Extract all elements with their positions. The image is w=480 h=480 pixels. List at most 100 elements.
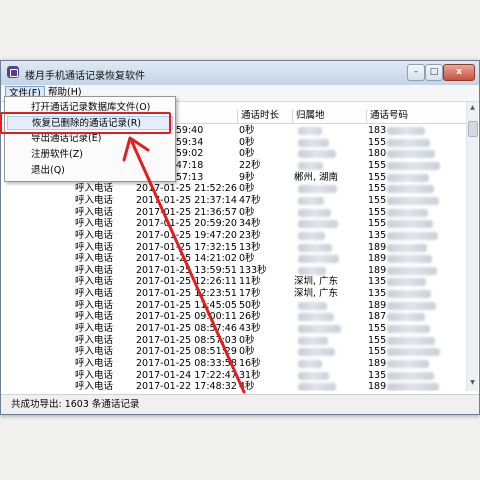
highlight-box [0,112,171,134]
table-row[interactable]: 呼入电话 2017-01-25 13:59:51 133秒 189 [3,265,467,277]
cell-duration: 26秒 [239,311,261,323]
table-row[interactable]: 呼入电话 2017-01-25 12:23:51 17秒 深圳, 广东 135 [3,288,467,300]
cell-time: 2017-01-25 09:00:11 [136,311,237,323]
redacted-number [387,208,428,217]
cell-number: 135 [368,276,387,288]
cell-duration: 34秒 [239,218,261,230]
table-row[interactable]: 呼入电话 2017-01-24 17:22:47 31秒 135 [3,370,467,382]
cell-time: 2017-01-25 19:47:20 [136,229,237,241]
redacted-location [298,220,338,229]
col-header-duration[interactable]: 通话时长 [237,109,293,123]
col-header-number[interactable]: 通话号码 [366,109,465,123]
cell-type: 呼入电话 [75,334,114,346]
cell-number: 189 [368,253,387,265]
redacted-number [387,325,430,334]
redacted-number [387,371,434,380]
table-row[interactable]: 呼入电话 2017-01-25 14:21:02 0秒 189 [3,253,467,265]
cell-duration: 22秒 [239,159,261,171]
cell-type: 呼入电话 [75,194,114,206]
table-row[interactable]: 呼入电话 2017-01-25 09:00:11 26秒 187 [3,311,467,323]
cell-time: 2017-01-25 21:36:57 [136,206,237,218]
col-header-location[interactable]: 归属地 [292,109,367,123]
cell-duration: 16秒 [239,358,261,369]
redacted-number [387,138,430,147]
title-bar[interactable]: 楼月手机通话记录恢复软件 – □ x [1,61,479,86]
vertical-scrollbar[interactable]: ▲ ▼ [466,102,478,391]
table-row[interactable]: 呼入电话 2017-01-25 12:26:11 11秒 深圳, 广东 135 [3,276,467,288]
cell-number: 180 [368,148,387,160]
cell-duration: 50秒 [239,299,261,311]
cell-type: 呼入电话 [75,253,114,265]
redacted-location [298,348,335,357]
redacted-number [387,161,440,170]
cell-number: 155 [368,323,387,335]
cell-duration: 17秒 [239,288,261,300]
cell-location: 郴州, 湖南 [294,171,339,183]
table-row[interactable]: 呼入电话 2017-01-25 20:59:20 34秒 155 [3,218,467,230]
table-row[interactable]: 呼入电话 2017-01-25 17:32:15 13秒 189 [3,242,467,254]
cell-time: 2017-01-25 08:57:46 [136,323,237,335]
cell-number: 189 [368,241,387,253]
cell-type: 呼入电话 [75,183,114,195]
cell-number: 189 [368,299,387,311]
cell-number: 135 [368,369,387,381]
minimize-button[interactable]: – [407,64,425,81]
redacted-number [387,290,431,299]
cell-duration: 0秒 [239,253,255,265]
redacted-location [298,325,341,334]
table-row[interactable]: 呼入电话 2017-01-25 21:36:57 0秒 155 [3,207,467,219]
cell-number: 155 [368,183,387,195]
redacted-location [298,138,329,147]
cell-type: 呼入电话 [75,229,114,241]
scroll-up-arrow-icon[interactable]: ▲ [468,104,477,114]
cell-number: 189 [368,358,387,369]
redacted-location [298,196,324,205]
cell-number: 155 [368,334,387,346]
redacted-number [387,220,433,229]
cell-type: 呼入电话 [75,369,114,381]
redacted-location [298,127,322,135]
file-menu-dropdown: 打开通话记录数据库文件(O) 恢复已删除的通话记录(R) 导出通话记录(E) 注… [4,96,176,182]
close-button[interactable]: x [443,64,475,81]
cell-location: 深圳, 广东 [294,276,339,288]
menu-item-export[interactable]: 导出通话记录(E) [31,132,101,146]
table-row[interactable]: 呼入电话 2017-01-25 08:33:58 16秒 189 [3,358,467,370]
redacted-number [387,348,440,357]
redacted-location [298,336,328,345]
cell-duration: 11秒 [239,276,261,288]
table-row[interactable]: 呼入电话 2017-01-25 08:57:46 43秒 155 [3,323,467,335]
cell-duration: 133秒 [239,264,267,276]
cell-duration: 0秒 [239,346,255,358]
table-row[interactable]: 呼入电话 2017-01-25 11:45:05 50秒 189 [3,300,467,312]
cell-location: 深圳, 广东 [294,288,339,300]
redacted-location [298,383,336,391]
redacted-location [298,161,323,170]
table-row[interactable]: 呼入电话 2017-01-25 19:47:20 23秒 135 [3,230,467,242]
cell-time: 2017-01-25 13:59:51 [136,264,237,276]
menu-item-register[interactable]: 注册软件(Z) [31,148,83,162]
cell-time: 2017-01-25 11:45:05 [136,299,237,311]
cell-number: 155 [368,194,387,206]
table-row[interactable]: 呼入电话 2017-01-25 08:51:29 0秒 155 [3,346,467,358]
maximize-button[interactable]: □ [425,64,443,81]
table-row[interactable]: 呼入电话 2017-01-22 17:48:32 4秒 189 [3,381,467,391]
cell-time: 2017-01-25 21:37:14 [136,194,237,206]
scroll-thumb[interactable] [468,121,478,137]
cell-time: 2017-01-25 12:23:51 [136,288,237,300]
cell-number: 183 [368,125,387,136]
cell-number: 155 [368,159,387,171]
menu-item-exit[interactable]: 退出(Q) [31,164,65,178]
table-row[interactable]: 呼入电话 2017-01-25 08:57:03 0秒 155 [3,335,467,347]
redacted-location [298,313,334,322]
cell-duration: 43秒 [239,323,261,335]
cell-type: 呼入电话 [75,346,114,358]
cell-time: 2017-01-25 17:32:15 [136,241,237,253]
cell-duration: 47秒 [239,194,261,206]
table-row[interactable]: 呼入电话 2017-01-25 21:52:26 0秒 155 [3,183,467,195]
cell-number: 155 [368,136,387,148]
scroll-down-arrow-icon[interactable]: ▼ [468,379,477,389]
cell-type: 呼入电话 [75,323,114,335]
table-row[interactable]: 呼入电话 2017-01-25 21:37:14 47秒 155 [3,195,467,207]
redacted-location [298,185,337,194]
cell-type: 呼入电话 [75,311,114,323]
